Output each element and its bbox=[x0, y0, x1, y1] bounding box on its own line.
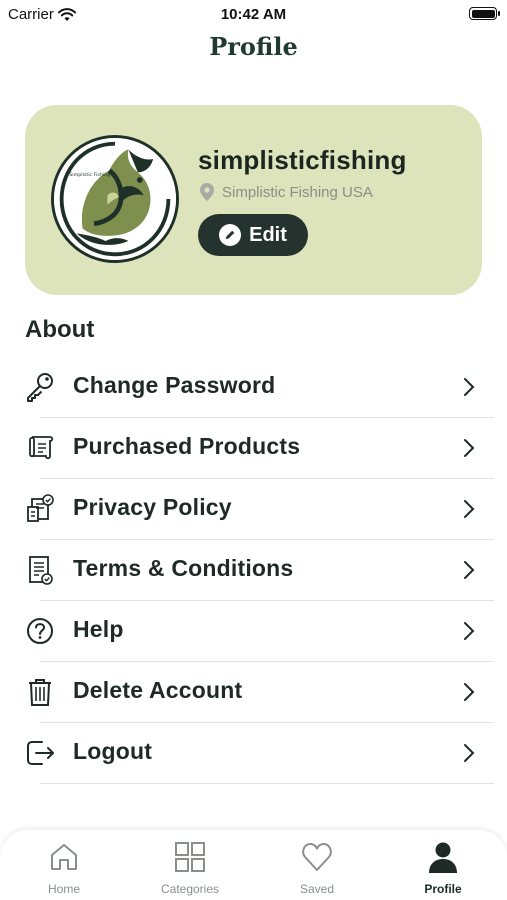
menu-item-change-password[interactable]: Change Password bbox=[0, 357, 507, 418]
menu-item-label: Change Password bbox=[73, 372, 276, 398]
chevron-right-icon bbox=[464, 561, 475, 579]
terms-document-icon bbox=[24, 554, 56, 586]
avatar[interactable]: Simplistic Fishing bbox=[51, 135, 179, 263]
edit-button-label: Edit bbox=[249, 223, 287, 246]
menu-item-label: Privacy Policy bbox=[73, 494, 232, 520]
chevron-right-icon bbox=[464, 622, 475, 640]
privacy-document-icon bbox=[24, 493, 56, 525]
about-menu: Change Password Purchased Products Priva… bbox=[0, 357, 507, 784]
heart-icon bbox=[302, 843, 332, 871]
scroll-icon bbox=[24, 432, 56, 464]
logo-text: Simplistic Fishing bbox=[69, 172, 110, 178]
tab-saved[interactable]: Saved bbox=[267, 840, 367, 898]
menu-item-privacy-policy[interactable]: Privacy Policy bbox=[0, 479, 507, 540]
chevron-right-icon bbox=[464, 439, 475, 457]
trash-icon bbox=[24, 676, 56, 708]
tab-profile[interactable]: Profile bbox=[393, 840, 493, 898]
profile-username: simplisticfishing bbox=[198, 145, 407, 175]
profile-location: Simplistic Fishing USA bbox=[200, 183, 373, 201]
chevron-right-icon bbox=[464, 744, 475, 762]
tab-categories[interactable]: Categories bbox=[140, 840, 240, 898]
menu-item-terms-conditions[interactable]: Terms & Conditions bbox=[0, 540, 507, 601]
tab-label: Home bbox=[47, 882, 80, 896]
menu-item-label: Help bbox=[73, 616, 124, 642]
chevron-right-icon bbox=[464, 683, 475, 701]
status-bar: Carrier 10:42 AM bbox=[0, 0, 507, 28]
tab-label: Profile bbox=[424, 882, 462, 896]
profile-card: Simplistic Fishing simplisticfishing Sim… bbox=[25, 105, 482, 295]
home-icon bbox=[51, 844, 77, 870]
tab-home[interactable]: Home bbox=[14, 840, 114, 898]
tab-label: Saved bbox=[299, 882, 335, 896]
status-time: 10:42 AM bbox=[220, 6, 287, 23]
menu-item-purchased-products[interactable]: Purchased Products bbox=[0, 418, 507, 479]
location-pin-icon bbox=[200, 183, 214, 201]
menu-item-label: Purchased Products bbox=[73, 433, 301, 459]
simplistic-fishing-logo: Simplistic Fishing bbox=[54, 138, 176, 260]
chevron-right-icon bbox=[464, 378, 475, 396]
grid-icon bbox=[175, 842, 205, 872]
profile-location-label: Simplistic Fishing USA bbox=[222, 183, 373, 201]
help-icon bbox=[24, 615, 56, 647]
battery-icon bbox=[469, 7, 500, 20]
divider bbox=[40, 783, 494, 784]
logout-icon bbox=[24, 737, 56, 769]
menu-item-delete-account[interactable]: Delete Account bbox=[0, 662, 507, 723]
menu-item-label: Logout bbox=[73, 738, 153, 764]
menu-item-help[interactable]: Help bbox=[0, 601, 507, 662]
menu-item-logout[interactable]: Logout bbox=[0, 723, 507, 784]
person-icon bbox=[429, 842, 457, 873]
about-section-title: About bbox=[25, 316, 95, 343]
edit-profile-button[interactable]: Edit bbox=[198, 214, 308, 256]
menu-item-label: Delete Account bbox=[73, 677, 243, 703]
page-title: Profile bbox=[209, 32, 298, 61]
chevron-right-icon bbox=[464, 500, 475, 518]
bottom-tab-bar: Home Categories Saved Profile bbox=[0, 830, 507, 900]
key-icon bbox=[24, 371, 56, 403]
tab-label: Categories bbox=[160, 882, 220, 896]
pencil-icon bbox=[219, 224, 242, 246]
menu-item-label: Terms & Conditions bbox=[73, 555, 294, 581]
